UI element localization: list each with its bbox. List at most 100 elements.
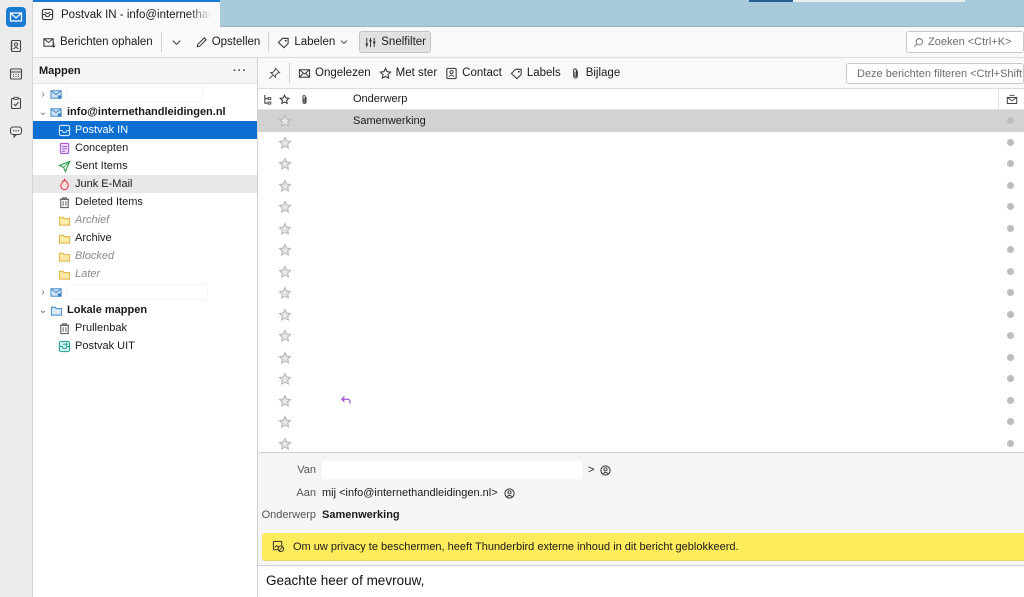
mail-space-button[interactable]: [6, 7, 26, 27]
chevron-down-icon[interactable]: ⌄: [37, 107, 49, 118]
folder-inbox[interactable]: Postvak IN: [33, 121, 257, 139]
thread-row[interactable]: [258, 261, 1024, 283]
folder-deleted[interactable]: Deleted Items: [33, 193, 257, 211]
address-book-space-button[interactable]: [6, 36, 26, 56]
star-toggle-icon[interactable]: [278, 157, 292, 171]
read-status-icon[interactable]: [1007, 332, 1014, 339]
calendar-space-button[interactable]: [6, 64, 26, 84]
tasks-space-button[interactable]: [6, 93, 26, 113]
read-status-icon[interactable]: [1007, 353, 1014, 361]
account-row-collapsed-2[interactable]: ›: [33, 283, 257, 301]
star-toggle-icon[interactable]: [278, 264, 292, 279]
star-toggle-icon[interactable]: [278, 221, 292, 236]
read-status-icon[interactable]: [1007, 138, 1014, 146]
thread-row[interactable]: [258, 325, 1024, 347]
get-messages-dropdown[interactable]: [166, 31, 187, 53]
star-toggle-icon[interactable]: [278, 415, 292, 429]
thread-row[interactable]: [258, 218, 1024, 240]
read-status-icon[interactable]: [1007, 117, 1014, 124]
folder-pane-more-button[interactable]: ···: [233, 65, 247, 77]
star-toggle-icon[interactable]: [278, 372, 292, 386]
person-icon[interactable]: [600, 464, 612, 476]
star-toggle-icon[interactable]: [278, 200, 292, 214]
account-row-local[interactable]: ⌄ Lokale mappen: [33, 301, 257, 319]
thread-row[interactable]: [258, 239, 1024, 261]
filter-attachment-button[interactable]: Bijlage: [565, 62, 625, 84]
folder-sent[interactable]: Sent Items: [33, 157, 257, 175]
folder-archive[interactable]: Archive: [33, 229, 257, 247]
read-status-icon[interactable]: [1007, 246, 1014, 253]
filter-tags-button[interactable]: Labels: [506, 62, 565, 84]
chevron-down-icon: [341, 40, 348, 45]
read-status-icon[interactable]: [1007, 160, 1014, 167]
read-status-icon[interactable]: [1007, 310, 1014, 318]
thread-column-button[interactable]: [260, 89, 276, 110]
get-messages-button[interactable]: Berichten ophalen: [39, 31, 157, 53]
star-toggle-icon[interactable]: [278, 243, 292, 257]
read-status-icon[interactable]: [1007, 224, 1014, 232]
account-row-info[interactable]: ⌄ info@internethandleidingen.nl: [33, 103, 257, 121]
star-toggle-icon[interactable]: [278, 178, 292, 193]
folder-later[interactable]: Later: [33, 265, 257, 283]
thread-row[interactable]: [258, 411, 1024, 433]
filter-starred-button[interactable]: Met ster: [375, 62, 442, 84]
account-row-collapsed[interactable]: ›: [33, 85, 257, 103]
compose-button[interactable]: Opstellen: [191, 31, 265, 53]
star-toggle-icon[interactable]: [278, 114, 292, 128]
folder-drafts[interactable]: Concepten: [33, 139, 257, 157]
thread-row[interactable]: [258, 175, 1024, 197]
read-status-icon[interactable]: [1007, 181, 1014, 189]
read-status-icon[interactable]: [1007, 267, 1014, 275]
read-status-icon[interactable]: [1007, 203, 1014, 210]
thread-row[interactable]: [258, 347, 1024, 369]
chevron-right-icon[interactable]: ›: [37, 89, 49, 100]
attachment-column-button[interactable]: [296, 89, 312, 110]
tab-inbox[interactable]: Postvak IN - info@internethandleidingen.…: [33, 0, 220, 27]
sticky-filter-toggle[interactable]: [264, 62, 285, 84]
star-toggle-icon[interactable]: [278, 135, 292, 150]
thread-row[interactable]: [258, 132, 1024, 154]
thread-row[interactable]: [258, 153, 1024, 175]
thread-row[interactable]: [258, 196, 1024, 218]
filter-messages-input[interactable]: Deze berichten filteren <Ctrl+Shift+K>: [846, 63, 1024, 84]
tag-button[interactable]: Labelen: [273, 31, 353, 53]
quick-filter-button[interactable]: Snelfilter: [359, 31, 431, 53]
read-status-icon[interactable]: [1007, 289, 1014, 296]
subject-column-header[interactable]: Onderwerp: [353, 93, 407, 105]
thread-row[interactable]: Samenwerking: [258, 110, 1024, 132]
star-toggle-icon[interactable]: [278, 307, 292, 322]
folder-blocked[interactable]: Blocked: [33, 247, 257, 265]
global-search-input[interactable]: Zoeken <Ctrl+K>: [906, 31, 1024, 53]
star-toggle-icon[interactable]: [278, 393, 292, 408]
to-value[interactable]: mij <info@internethandleidingen.nl>: [322, 487, 498, 499]
thread-row[interactable]: [258, 390, 1024, 412]
redacted-sender[interactable]: [322, 461, 582, 479]
chevron-right-icon[interactable]: ›: [37, 287, 49, 298]
column-picker-button[interactable]: [998, 89, 1024, 110]
folder-trash[interactable]: Prullenbak: [33, 319, 257, 337]
read-status-icon[interactable]: [1007, 439, 1014, 447]
folder-outbox[interactable]: Postvak UIT: [33, 337, 257, 355]
star-toggle-icon[interactable]: [278, 329, 292, 343]
thread-row[interactable]: [258, 433, 1024, 453]
read-status-icon[interactable]: [1007, 396, 1014, 404]
folder-label: Archive: [75, 232, 112, 244]
thread-row[interactable]: [258, 282, 1024, 304]
toolbar-separator: [268, 32, 270, 52]
star-toggle-icon[interactable]: [278, 436, 292, 451]
filter-unread-button[interactable]: Ongelezen: [294, 62, 375, 84]
star-toggle-icon[interactable]: [278, 286, 292, 300]
person-icon[interactable]: [504, 487, 515, 499]
star-toggle-icon[interactable]: [278, 350, 292, 365]
folder-archief[interactable]: Archief: [33, 211, 257, 229]
read-status-icon[interactable]: [1007, 375, 1014, 382]
folder-junk[interactable]: Junk E-Mail: [33, 175, 257, 193]
thread-row[interactable]: [258, 304, 1024, 326]
chevron-down-icon[interactable]: ⌄: [37, 305, 49, 316]
chat-space-button[interactable]: [6, 122, 26, 142]
filter-contact-button[interactable]: Contact: [441, 62, 506, 84]
star-column-button[interactable]: [276, 89, 292, 110]
remote-content-notification[interactable]: Om uw privacy te beschermen, heeft Thund…: [262, 533, 1024, 561]
thread-row[interactable]: [258, 368, 1024, 390]
read-status-icon[interactable]: [1007, 418, 1014, 425]
